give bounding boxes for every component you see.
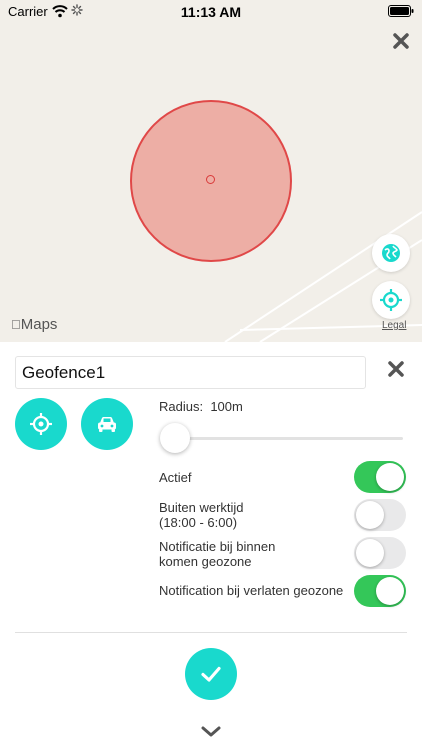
option-label-line: komen geozone — [159, 554, 252, 569]
status-bar: Carrier 11:13 AM — [0, 0, 422, 24]
toggle-knob — [376, 463, 404, 491]
option-label-notificatie-binnen: Notificatie bij binnen komen geozone — [159, 539, 275, 569]
option-label-line: Notificatie bij binnen — [159, 539, 276, 554]
crosshair-icon — [30, 413, 52, 435]
locate-me-button[interactable] — [372, 281, 410, 319]
option-label-line: (18:00 - 6:00) — [159, 515, 238, 530]
toggle-actief[interactable] — [354, 461, 406, 493]
car-icon — [98, 417, 116, 432]
battery-icon — [388, 5, 414, 17]
maps-logo-text: Maps — [11, 316, 58, 333]
close-icon[interactable] — [385, 358, 407, 380]
center-on-vehicle-button[interactable] — [81, 398, 133, 450]
option-label-buiten-werktijd: Buiten werktijd (18:00 - 6:00) — [159, 500, 244, 530]
confirm-button[interactable] — [185, 648, 237, 700]
close-icon[interactable] — [390, 30, 412, 52]
option-label-actief: Actief — [159, 470, 192, 485]
toggle-notification-verlaten[interactable] — [354, 575, 406, 607]
checkmark-icon — [201, 666, 221, 682]
radius-slider-thumb[interactable] — [160, 423, 190, 453]
radius-slider-track[interactable] — [162, 437, 403, 440]
crosshair-icon — [380, 289, 402, 311]
option-label-line: Buiten werktijd — [159, 500, 244, 515]
option-label-notification-verlaten: Notification bij verlaten geozone — [159, 583, 344, 598]
apple-maps-logo: Maps — [11, 316, 57, 333]
toggle-knob — [356, 539, 384, 567]
chevron-down-icon[interactable] — [199, 724, 223, 740]
globe-icon — [382, 244, 400, 262]
toggle-knob — [376, 577, 404, 605]
geofence-settings-panel: Radius: 100m Actief Buiten werktijd (18:… — [0, 342, 422, 750]
radius-label: Radius: 100m — [159, 399, 243, 414]
geofence-name-input[interactable] — [15, 356, 366, 389]
legal-link[interactable]: Legal — [382, 320, 406, 331]
map-type-button[interactable] — [372, 234, 410, 272]
status-time: 11:13 AM — [180, 4, 242, 20]
map-view[interactable]: Maps Legal — [0, 0, 422, 342]
divider — [15, 632, 407, 633]
apple-icon:  — [11, 317, 21, 332]
center-on-location-button[interactable] — [15, 398, 67, 450]
radius-label-text: Radius: — [159, 399, 204, 414]
toggle-knob — [356, 501, 384, 529]
toggle-buiten-werktijd[interactable] — [354, 499, 406, 531]
toggle-notificatie-binnen[interactable] — [354, 537, 406, 569]
geofence-center-marker — [206, 175, 215, 184]
radius-value: 100m — [210, 399, 243, 414]
